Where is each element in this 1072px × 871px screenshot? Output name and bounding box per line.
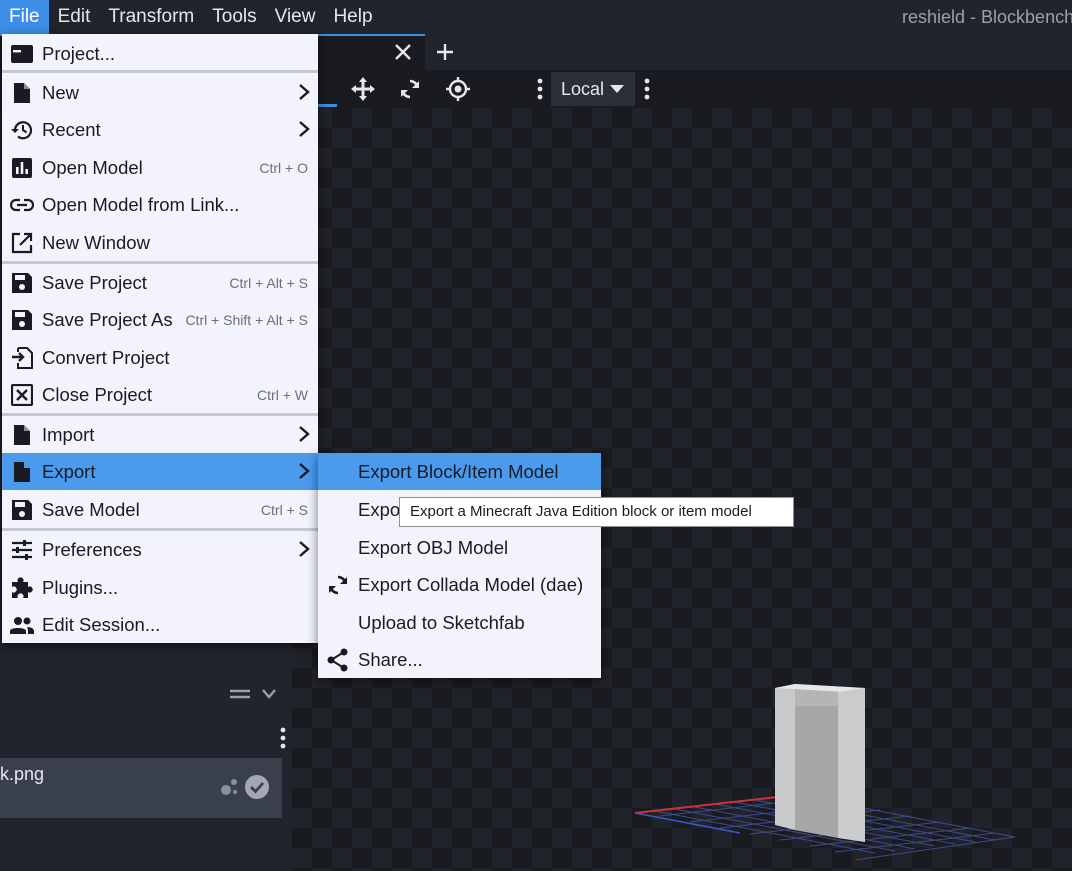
menu-item-export-collada[interactable]: Export Collada Model (dae)	[318, 566, 601, 603]
menu-item-recent[interactable]: Recent	[2, 111, 318, 148]
tooltip: Export a Minecraft Java Edition block or…	[399, 497, 794, 527]
menu-item-import[interactable]: Import	[2, 416, 318, 453]
chevron-right-icon	[298, 83, 310, 101]
menu-item-project[interactable]: Project...	[2, 35, 318, 72]
share-icon	[318, 641, 358, 678]
people-icon	[2, 606, 42, 643]
add-tab-icon[interactable]	[432, 39, 458, 65]
convert-icon	[2, 339, 42, 376]
drag-handle-icon[interactable]	[230, 689, 250, 699]
chevron-right-icon	[298, 425, 310, 443]
sync-icon	[318, 566, 358, 603]
transform-space-value: Local	[561, 78, 605, 99]
menu-item-export[interactable]: Export	[2, 453, 318, 490]
file-icon	[2, 416, 42, 453]
chevron-right-icon	[298, 462, 310, 480]
menu-separator	[2, 70, 318, 73]
file-icon	[2, 74, 42, 111]
menu-item-convert-project[interactable]: Convert Project	[2, 339, 318, 376]
pivot-tool-icon[interactable]	[441, 72, 475, 106]
menu-item-edit-session[interactable]: Edit Session...	[2, 606, 318, 643]
menu-item-close-project[interactable]: Close Project Ctrl + W	[2, 376, 318, 413]
transform-space-select[interactable]: Local	[551, 72, 635, 106]
left-panel	[0, 640, 292, 871]
menu-edit[interactable]: Edit	[49, 0, 100, 34]
menu-item-upload-sketchfab[interactable]: Upload to Sketchfab	[318, 604, 601, 641]
chevron-down-icon	[610, 84, 625, 94]
toolbar-more-icon-2[interactable]	[630, 72, 664, 106]
close-tab-icon[interactable]	[390, 39, 416, 65]
window-title: reshield - Blockbench	[902, 7, 1072, 27]
chevron-right-icon	[298, 120, 310, 138]
check-circle-icon[interactable]	[244, 774, 270, 800]
menu-item-open-model[interactable]: Open Model Ctrl + O	[2, 149, 318, 186]
save-icon	[2, 301, 42, 338]
model-preview	[634, 684, 1016, 860]
menu-item-export-block-item-model[interactable]: Export Block/Item Model	[318, 453, 601, 490]
menu-item-save-model[interactable]: Save Model Ctrl + S	[2, 491, 318, 528]
open-in-new-icon	[2, 224, 42, 261]
panel-more-icon[interactable]	[276, 726, 290, 750]
puzzle-icon	[2, 569, 42, 606]
menu-item-save-project[interactable]: Save Project Ctrl + Alt + S	[2, 264, 318, 301]
menu-transform[interactable]: Transform	[99, 0, 203, 34]
history-icon	[2, 111, 42, 148]
menu-item-new[interactable]: New	[2, 74, 318, 111]
texture-status	[218, 774, 270, 800]
project-icon	[2, 35, 42, 72]
menu-item-save-project-as[interactable]: Save Project As Ctrl + Shift + Alt + S	[2, 301, 318, 338]
menu-tools[interactable]: Tools	[203, 0, 265, 34]
chevron-right-icon	[298, 540, 310, 558]
rotate-tool-icon[interactable]	[393, 72, 427, 106]
save-icon	[2, 491, 42, 528]
save-icon	[2, 264, 42, 301]
particle-icon[interactable]	[218, 776, 240, 798]
menu-item-plugins[interactable]: Plugins...	[2, 569, 318, 606]
menu-item-export-obj[interactable]: Export OBJ Model	[318, 529, 601, 566]
menu-item-preferences[interactable]: Preferences	[2, 531, 318, 568]
close-box-icon	[2, 376, 42, 413]
file-menu: Project... New Recent Open Model Ctrl + …	[2, 34, 318, 643]
menu-view[interactable]: View	[266, 0, 325, 34]
menu-file[interactable]: File	[0, 0, 49, 34]
menu-help[interactable]: Help	[324, 0, 381, 34]
export-submenu: Export Block/Item Model Expo Export OBJ …	[318, 453, 601, 678]
panel-controls	[230, 684, 286, 704]
file-icon	[2, 453, 42, 490]
texture-name: k.png	[0, 764, 45, 784]
menu-item-share[interactable]: Share...	[318, 641, 601, 678]
move-tool-icon[interactable]	[346, 72, 380, 106]
chart-icon	[2, 149, 42, 186]
chevron-down-icon[interactable]	[262, 689, 276, 699]
link-icon	[2, 186, 42, 223]
menu-item-new-window[interactable]: New Window	[2, 224, 318, 261]
tune-icon	[2, 531, 42, 568]
menu-item-open-from-link[interactable]: Open Model from Link...	[2, 186, 318, 223]
